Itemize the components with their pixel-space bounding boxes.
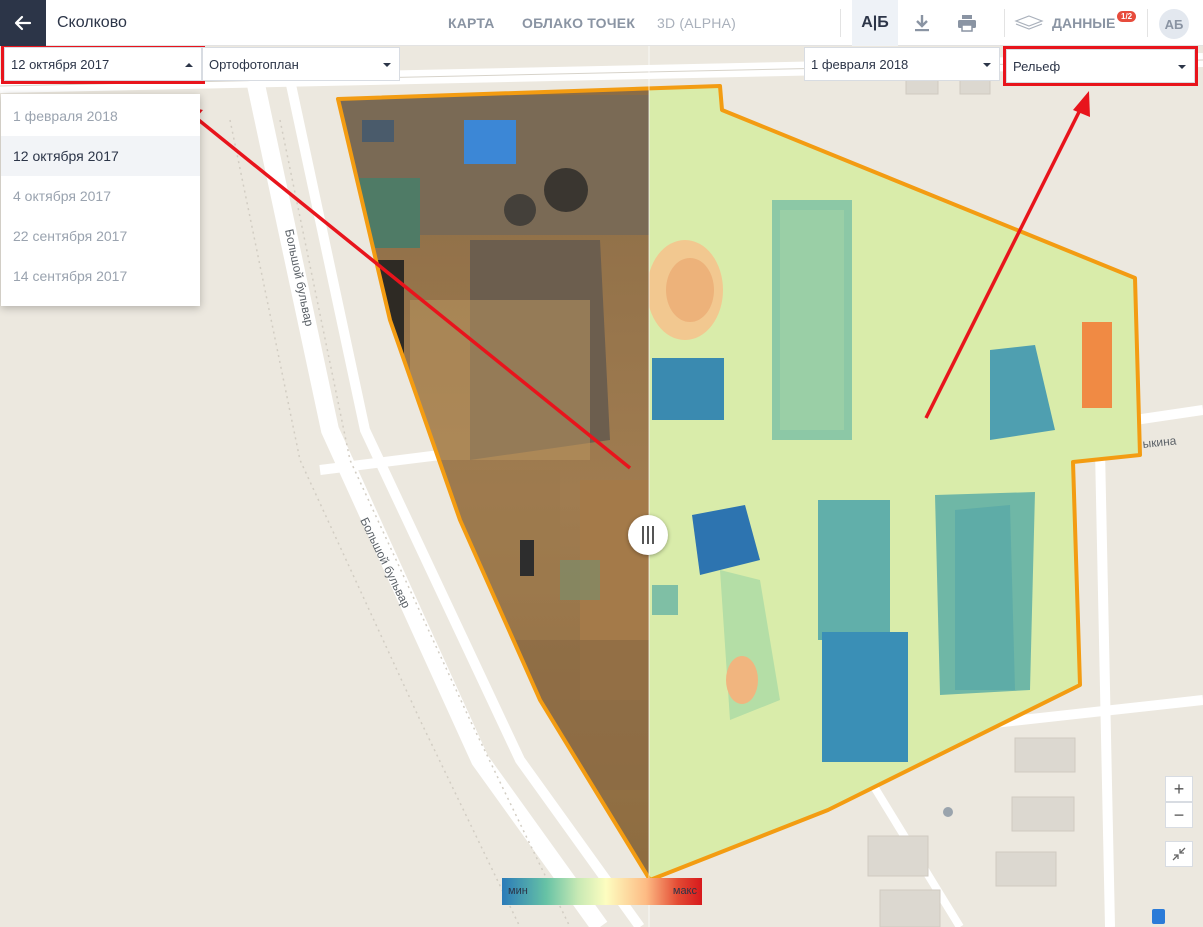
user-avatar[interactable]: АБ (1159, 9, 1189, 39)
legend-max-label: макс (672, 885, 697, 897)
elevation-legend: мин макс (502, 878, 702, 905)
right-date-value: 1 февраля 2018 (811, 56, 909, 72)
caret-down-icon (983, 63, 991, 67)
date-option-selected[interactable]: 12 октября 2017 (1, 136, 200, 176)
date-option[interactable]: 14 сентября 2017 (1, 256, 200, 296)
arrow-left-icon (14, 15, 32, 31)
data-label: ДАННЫЕ (1052, 15, 1116, 31)
project-title: Сколково (57, 14, 127, 31)
road-markings (943, 807, 953, 817)
caret-up-icon (185, 63, 193, 67)
print-button[interactable] (950, 0, 984, 46)
tab-point-cloud[interactable]: ОБЛАКО ТОЧЕК (522, 15, 635, 31)
divider (1004, 9, 1005, 37)
compare-slider-handle[interactable] (628, 515, 668, 555)
fit-extent-button[interactable] (1165, 841, 1193, 867)
left-date-value: 12 октября 2017 (11, 56, 110, 72)
right-date-select[interactable]: 1 февраля 2018 (804, 47, 1000, 81)
caret-down-icon (1178, 65, 1186, 69)
left-date-select[interactable]: 12 октября 2017 (1, 44, 205, 84)
top-bar: Сколково КАРТА ОБЛАКО ТОЧЕК 3D (ALPHA) А… (0, 0, 1203, 46)
collapse-icon (1172, 847, 1186, 861)
divider (840, 9, 841, 37)
printer-icon (958, 15, 976, 32)
zoom-out-button[interactable]: − (1165, 802, 1193, 828)
compare-button[interactable]: А|Б (852, 0, 898, 46)
date-option[interactable]: 1 февраля 2018 (1, 96, 200, 136)
right-layer-value: Рельеф (1013, 58, 1061, 74)
data-count-badge: 1/2 (1117, 11, 1137, 22)
caret-down-icon (383, 63, 391, 67)
tab-3d[interactable]: 3D (ALPHA) (657, 15, 736, 31)
bus-stop-icon (1152, 909, 1165, 924)
drag-handle-icon (642, 526, 654, 544)
date-dropdown: 1 февраля 2018 12 октября 2017 4 октября… (1, 94, 200, 306)
download-icon (915, 15, 929, 32)
divider (1147, 9, 1148, 37)
layers-icon (1014, 15, 1044, 30)
back-button[interactable] (0, 0, 46, 46)
tab-map[interactable]: КАРТА (448, 15, 495, 31)
left-layer-value: Ортофотоплан (209, 56, 299, 72)
download-button[interactable] (906, 0, 938, 46)
legend-min-label: мин (508, 885, 528, 897)
zoom-in-button[interactable]: + (1165, 776, 1193, 802)
data-button[interactable]: ДАННЫЕ (1014, 0, 1144, 46)
date-option[interactable]: 4 октября 2017 (1, 176, 200, 216)
date-option[interactable]: 22 сентября 2017 (1, 216, 200, 256)
right-layer-select[interactable]: Рельеф (1003, 46, 1198, 86)
left-layer-select[interactable]: Ортофотоплан (202, 47, 400, 81)
